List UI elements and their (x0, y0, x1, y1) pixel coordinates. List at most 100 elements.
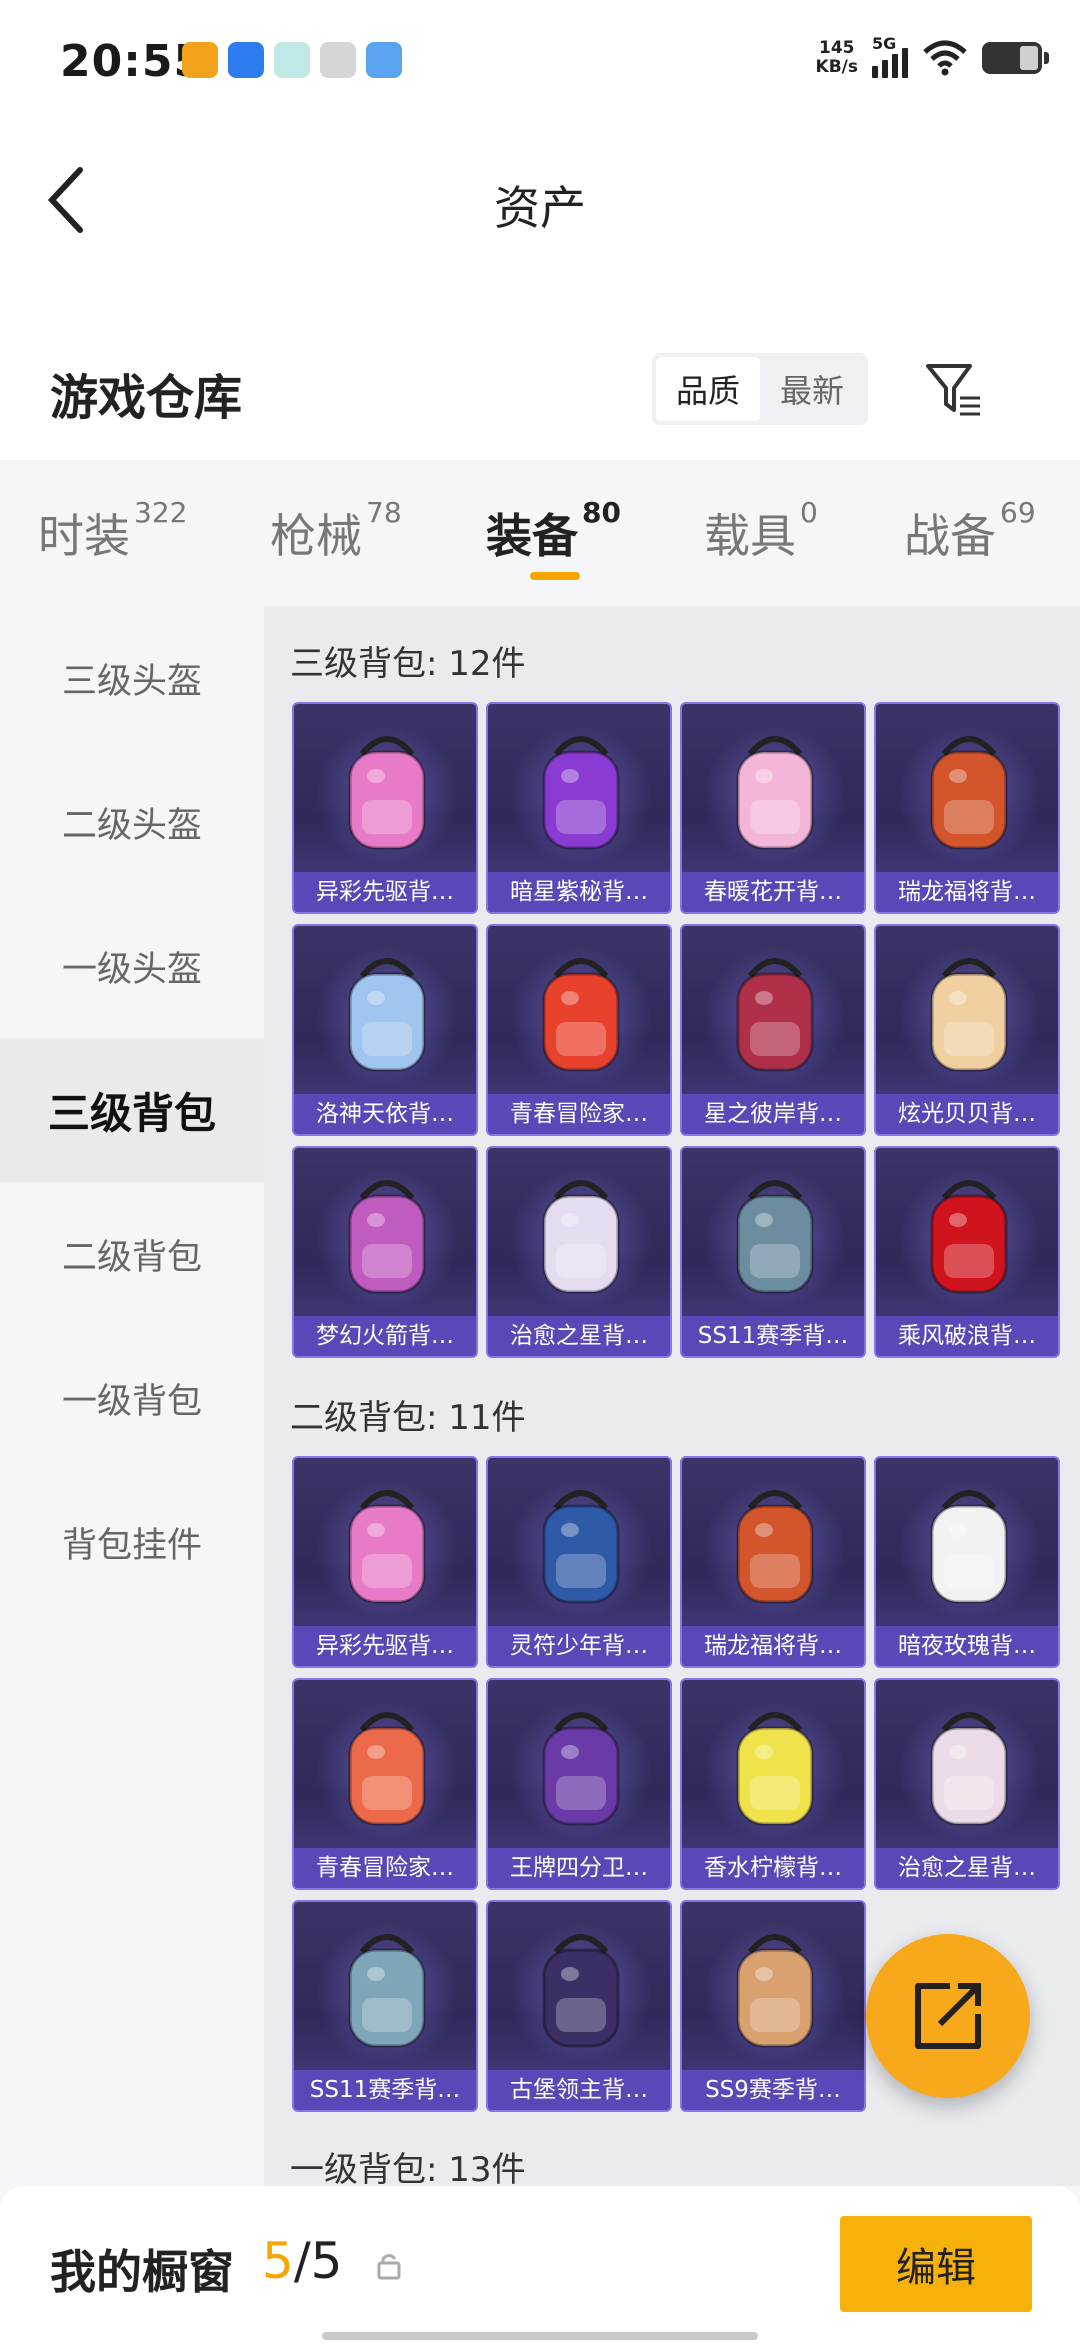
active-tab-indicator (530, 572, 580, 580)
item-name: 异彩先驱背… (294, 1626, 476, 1666)
item-card[interactable]: 异彩先驱背… (292, 702, 478, 914)
battery-icon (982, 42, 1049, 74)
item-name: 治愈之星背… (488, 1316, 670, 1356)
item-card[interactable]: 青春冒险家… (292, 1678, 478, 1890)
item-name: 古堡领主背… (488, 2070, 670, 2110)
tab-equipment[interactable]: 装备 80 (486, 496, 621, 566)
item-card[interactable]: 异彩先驱背… (292, 1456, 478, 1668)
page-title: 资产 (494, 181, 586, 235)
backpack-icon (930, 1490, 1008, 1604)
warehouse-header: 游戏仓库 品质 最新 (0, 320, 1080, 460)
item-card[interactable]: SS11赛季背… (292, 1900, 478, 2112)
item-card[interactable]: 青春冒险家… (486, 924, 672, 1136)
tab-firearms[interactable]: 枪械 78 (270, 496, 402, 566)
backpack-icon (542, 1934, 620, 2048)
tab-supplies[interactable]: 战备 69 (904, 496, 1036, 566)
item-name: SS11赛季背… (294, 2070, 476, 2110)
sort-option-newest[interactable]: 最新 (760, 357, 864, 421)
item-card[interactable]: SS9赛季背… (680, 1900, 866, 2112)
sidebar-item-level1-backpack[interactable]: 一级背包 (0, 1326, 264, 1470)
item-name: 香水柠檬背… (682, 1848, 864, 1888)
item-card[interactable]: SS11赛季背… (680, 1146, 866, 1358)
item-name: 王牌四分卫… (488, 1848, 670, 1888)
backpack-icon (736, 1934, 814, 2048)
sort-toggle: 品质 最新 (652, 353, 868, 425)
sidebar-item-level2-backpack[interactable]: 二级背包 (0, 1182, 264, 1326)
showcase-title: 我的橱窗 (50, 2245, 234, 2299)
item-name: 暗星紫秘背… (488, 872, 670, 912)
category-tabs: 时装 322 枪械 78 装备 80 载具 0 战备 69 (0, 460, 1080, 606)
backpack-icon (348, 1490, 426, 1604)
backpack-icon (930, 958, 1008, 1072)
backpack-icon (542, 1180, 620, 1294)
showcase-bar: 我的橱窗 5/5 编辑 (0, 2186, 1080, 2344)
showcase-count: 5/5 (262, 2232, 343, 2290)
edit-button[interactable]: 编辑 (840, 2216, 1032, 2312)
backpack-icon (736, 1180, 814, 1294)
sidebar-item-level1-helmet[interactable]: 一级头盔 (0, 894, 264, 1038)
item-card[interactable]: 治愈之星背… (486, 1146, 672, 1358)
app-notification-icon (366, 42, 402, 78)
backpack-icon (542, 958, 620, 1072)
item-name: 洛神天依背… (294, 1094, 476, 1134)
filter-icon[interactable] (924, 360, 984, 420)
app-notification-icon (228, 42, 264, 78)
item-name: 梦幻火箭背… (294, 1316, 476, 1356)
item-card[interactable]: 春暖花开背… (680, 702, 866, 914)
backpack-icon (542, 1712, 620, 1826)
backpack-icon (348, 1712, 426, 1826)
backpack-icon (348, 1934, 426, 2048)
backpack-icon (930, 1712, 1008, 1826)
tab-vehicles[interactable]: 载具 0 (704, 496, 818, 566)
warehouse-title: 游戏仓库 (50, 370, 243, 426)
item-card[interactable]: 洛神天依背… (292, 924, 478, 1136)
item-name: 乘风破浪背… (876, 1316, 1058, 1356)
item-name: 瑞龙福将背… (876, 872, 1058, 912)
tab-outfit[interactable]: 时装 322 (38, 496, 187, 566)
item-name: 异彩先驱背… (294, 872, 476, 912)
item-name: 瑞龙福将背… (682, 1626, 864, 1666)
item-name: SS11赛季背… (682, 1316, 864, 1356)
backpack-icon (542, 1490, 620, 1604)
item-name: 灵符少年背… (488, 1626, 670, 1666)
sidebar-item-level3-backpack[interactable]: 三级背包 (0, 1038, 264, 1182)
item-name: 治愈之星背… (876, 1848, 1058, 1888)
app-notification-icon (274, 42, 310, 78)
sidebar-item-backpack-charm[interactable]: 背包挂件 (0, 1470, 264, 1614)
app-header: 资产 (0, 120, 1080, 320)
backpack-icon (930, 1180, 1008, 1294)
status-bar: 20:55 145 KB/s 5G (0, 0, 1080, 120)
sort-option-quality[interactable]: 品质 (656, 357, 760, 421)
item-card[interactable]: 暗星紫秘背… (486, 702, 672, 914)
section-title: 二级背包: 11件 (290, 1398, 526, 1438)
item-card[interactable]: 瑞龙福将背… (874, 702, 1060, 914)
section-title: 一级背包: 13件 (290, 2150, 526, 2186)
wifi-icon (923, 40, 967, 76)
item-card[interactable]: 灵符少年背… (486, 1456, 672, 1668)
item-name: 暗夜玫瑰背… (876, 1626, 1058, 1666)
item-card[interactable]: 炫光贝贝背… (874, 924, 1060, 1136)
item-name: 星之彼岸背… (682, 1094, 864, 1134)
item-card[interactable]: 瑞龙福将背… (680, 1456, 866, 1668)
backpack-icon (736, 958, 814, 1072)
net-speed: 145 KB/s (815, 38, 858, 77)
backpack-icon (736, 736, 814, 850)
app-notification-icon (182, 42, 218, 78)
sidebar-item-level3-helmet[interactable]: 三级头盔 (0, 606, 264, 750)
item-card[interactable]: 乘风破浪背… (874, 1146, 1060, 1358)
item-card[interactable]: 古堡领主背… (486, 1900, 672, 2112)
section-title: 三级背包: 12件 (290, 644, 526, 684)
item-card[interactable]: 暗夜玫瑰背… (874, 1456, 1060, 1668)
signal-icon: 5G (872, 34, 908, 78)
item-card[interactable]: 香水柠檬背… (680, 1678, 866, 1890)
share-button[interactable] (866, 1934, 1030, 2098)
item-name: 春暖花开背… (682, 872, 864, 912)
item-card[interactable]: 治愈之星背… (874, 1678, 1060, 1890)
subcategory-sidebar: 三级头盔 二级头盔 一级头盔 三级背包 二级背包 一级背包 背包挂件 (0, 606, 264, 2186)
item-card[interactable]: 王牌四分卫… (486, 1678, 672, 1890)
item-card[interactable]: 星之彼岸背… (680, 924, 866, 1136)
item-card[interactable]: 梦幻火箭背… (292, 1146, 478, 1358)
backpack-icon (736, 1490, 814, 1604)
sidebar-item-level2-helmet[interactable]: 二级头盔 (0, 750, 264, 894)
backpack-icon (348, 958, 426, 1072)
